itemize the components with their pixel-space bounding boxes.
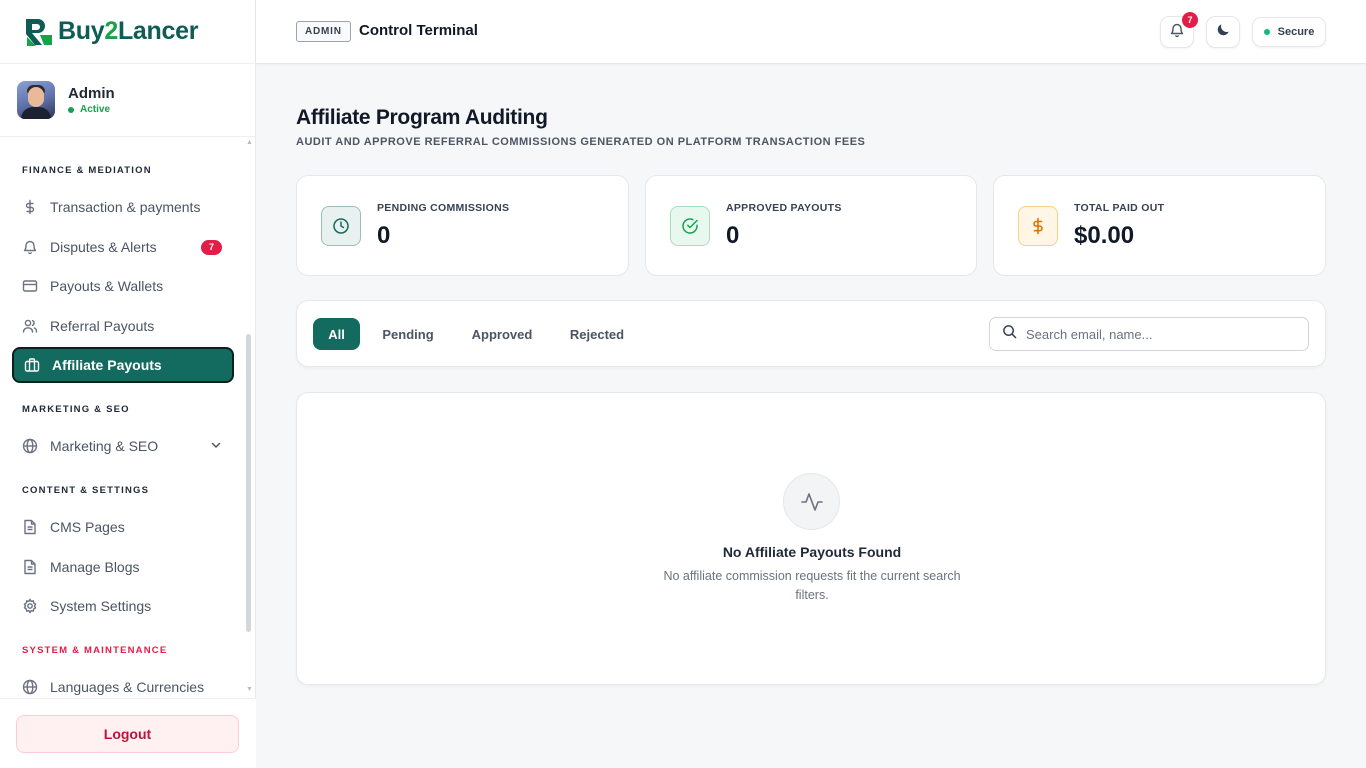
logout-button[interactable]: Logout: [16, 715, 239, 753]
top-header: ADMIN Control Terminal 7 Secure: [256, 0, 1366, 64]
disputes-count-badge: 7: [201, 239, 222, 255]
sidebar-item-transactions[interactable]: Transaction & payments: [12, 189, 234, 225]
sidebar-item-blogs[interactable]: Manage Blogs: [12, 549, 234, 585]
document-icon: [22, 559, 38, 575]
empty-state-description: No affiliate commission requests fit the…: [663, 569, 961, 602]
bell-icon: [22, 239, 38, 255]
section-title-system: SYSTEM & MAINTENANCE: [22, 645, 168, 656]
stat-card-pending: PENDING COMMISSIONS 0: [296, 175, 629, 276]
stat-card-approved: APPROVED PAYOUTS 0: [645, 175, 977, 276]
gear-icon: [22, 598, 38, 614]
file-text-icon: [22, 519, 38, 535]
tab-approved[interactable]: Approved: [460, 318, 544, 350]
stat-value: 0: [726, 222, 740, 249]
section-title-content: CONTENT & SETTINGS: [22, 485, 150, 496]
page-title: Affiliate Program Auditing: [296, 106, 548, 129]
check-circle-icon: [670, 206, 710, 246]
notification-count-badge: 7: [1182, 12, 1198, 28]
brand-logo[interactable]: Buy2Lancer: [0, 0, 255, 64]
sidebar-item-affiliate[interactable]: Affiliate Payouts: [12, 347, 234, 383]
credit-card-icon: [22, 278, 38, 294]
sidebar: Buy2Lancer Admin Active FINANCE & MEDIAT…: [0, 0, 256, 768]
sidebar-item-marketing[interactable]: Marketing & SEO: [12, 428, 234, 464]
user-name: Admin: [68, 85, 115, 102]
section-title-marketing: MARKETING & SEO: [22, 404, 130, 415]
dollar-icon: [1018, 206, 1058, 246]
stat-value: $0.00: [1074, 222, 1135, 249]
stat-label: APPROVED PAYOUTS: [726, 202, 842, 214]
stat-label: PENDING COMMISSIONS: [377, 202, 510, 214]
sidebar-item-label: Affiliate Payouts: [52, 357, 162, 373]
page-subtitle: AUDIT AND APPROVE REFERRAL COMMISSIONS G…: [296, 136, 866, 148]
tab-rejected[interactable]: Rejected: [558, 318, 636, 350]
activity-icon: [783, 473, 840, 530]
tab-all[interactable]: All: [313, 318, 360, 350]
moon-icon: [1216, 22, 1231, 42]
sidebar-item-label: Payouts & Wallets: [50, 278, 164, 294]
stat-value: 0: [377, 222, 391, 249]
sidebar-item-label: Referral Payouts: [50, 318, 155, 334]
sidebar-item-payouts[interactable]: Payouts & Wallets: [12, 268, 234, 304]
sidebar-scrollbar[interactable]: [246, 334, 251, 632]
users-icon: [22, 318, 38, 334]
sidebar-item-label: Disputes & Alerts: [50, 239, 157, 255]
secure-status-badge: Secure: [1252, 17, 1326, 47]
avatar: [17, 81, 55, 119]
user-status: Active: [68, 104, 115, 115]
search-input[interactable]: [1026, 326, 1296, 342]
clock-icon: [321, 206, 361, 246]
filter-bar: All Pending Approved Rejected: [296, 300, 1326, 367]
sidebar-item-label: Languages & Currencies: [50, 679, 205, 695]
empty-state-panel: No Affiliate Payouts Found No affiliate …: [296, 392, 1326, 685]
brand-logo-icon: [22, 15, 56, 49]
search-box[interactable]: [989, 317, 1309, 351]
section-title-finance: FINANCE & MEDIATION: [22, 165, 152, 176]
stat-label: TOTAL PAID OUT: [1074, 202, 1165, 214]
sidebar-item-referral[interactable]: Referral Payouts: [12, 308, 234, 344]
sidebar-item-label: System Settings: [50, 598, 152, 614]
logout-area: Logout: [0, 698, 256, 768]
empty-state-title: No Affiliate Payouts Found: [722, 544, 902, 560]
sidebar-item-cms[interactable]: CMS Pages: [12, 509, 234, 545]
globe-icon: [22, 679, 38, 695]
status-dot-icon: [68, 106, 74, 113]
dark-mode-toggle[interactable]: [1206, 16, 1240, 48]
scroll-up-arrow-icon[interactable]: ▲: [246, 139, 253, 146]
sidebar-nav: FINANCE & MEDIATION Transaction & paymen…: [0, 138, 256, 698]
admin-tag: ADMIN: [296, 21, 351, 42]
briefcase-icon: [24, 357, 40, 373]
sidebar-item-disputes[interactable]: Disputes & Alerts 7: [12, 229, 234, 265]
sidebar-item-label: CMS Pages: [50, 519, 125, 535]
notifications-button[interactable]: 7: [1160, 12, 1198, 48]
secure-dot-icon: [1263, 29, 1270, 35]
dollar-icon: [22, 199, 38, 215]
header-title: Control Terminal: [359, 22, 478, 39]
user-card[interactable]: Admin Active: [0, 64, 255, 137]
search-icon: [1002, 324, 1017, 344]
sidebar-item-settings[interactable]: System Settings: [12, 588, 234, 624]
brand-name: Buy2Lancer: [58, 17, 199, 45]
chevron-down-icon[interactable]: [210, 438, 222, 454]
sidebar-item-label: Manage Blogs: [50, 559, 140, 575]
sidebar-item-label: Transaction & payments: [50, 199, 201, 215]
globe-icon: [22, 438, 38, 454]
scroll-down-arrow-icon[interactable]: ▼: [246, 686, 253, 693]
sidebar-item-languages[interactable]: Languages & Currencies: [12, 669, 234, 698]
tab-pending[interactable]: Pending: [372, 318, 444, 350]
sidebar-item-label: Marketing & SEO: [50, 438, 159, 454]
stat-card-total-paid: TOTAL PAID OUT $0.00: [993, 175, 1326, 276]
